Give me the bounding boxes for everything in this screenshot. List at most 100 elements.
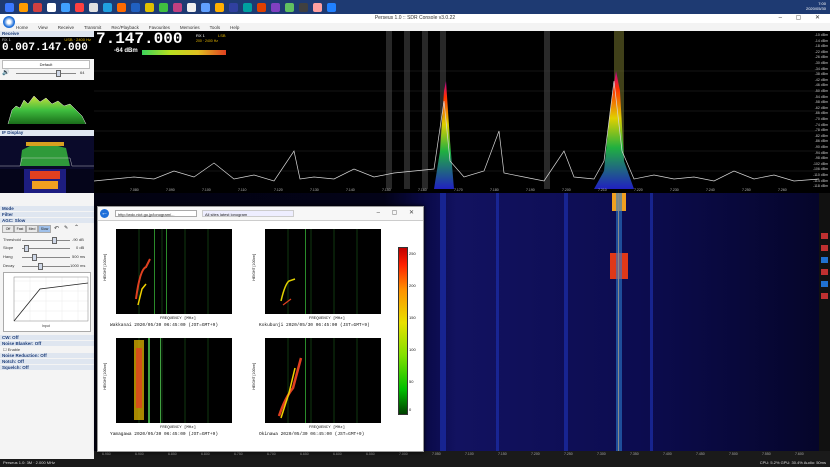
db-scale-label: -106 dBm [812,167,828,172]
taskbar-app-icon[interactable] [299,2,308,12]
taskbar-app-icon[interactable] [271,2,280,12]
colorscale-label: 150 [409,315,416,320]
smeter-mode[interactable]: LSB [218,33,226,38]
browser-tab[interactable]: All sites latest ionogram [202,210,294,217]
taskbar-app-icon[interactable] [201,2,210,12]
if-spectrum-svg [0,136,94,169]
menu-transmit[interactable]: Transmit [84,25,101,30]
threshold-label: Threshold [3,237,21,242]
smeter-rx-label: RX 1 [196,33,205,38]
decay-slider[interactable] [22,263,70,270]
slope-slider[interactable] [22,245,70,252]
browser-window[interactable]: ← http://wdc.nict.go.jp/ionogram/... All… [97,206,424,452]
taskbar-app-icon[interactable] [159,2,168,12]
noise-blanker-header[interactable]: Noise Blanker: Off [0,341,94,346]
taskbar-app-icon[interactable] [47,2,56,12]
back-arrow-icon[interactable]: ← [100,209,109,218]
noise-reduction-header[interactable]: Noise Reduction: Off [0,353,94,358]
taskbar-app-icon[interactable] [5,2,14,12]
agc-fast-button[interactable]: Fast [14,225,26,233]
taskbar-app-icon[interactable] [103,2,112,12]
menu-receive[interactable]: Receive [58,25,74,30]
threshold-slider-knob[interactable] [52,237,57,244]
taskbar-clock[interactable]: 7:00 2020/05/30 [806,1,826,11]
main-frequency-readout[interactable]: 7.147.000 [96,30,182,48]
squelch-header[interactable]: Squelch: Off [0,365,94,370]
colorscale-label: 250 [409,251,416,256]
volume-slider-knob[interactable] [56,70,61,77]
db-scale-label: -90 dBm [814,145,828,149]
mini-spectrum-svg [7,95,87,125]
agc-header[interactable]: AGC: Slow [0,218,94,223]
taskbar-app-icons [0,2,336,12]
window-controls[interactable]: – ▢ ✕ [779,14,826,21]
taskbar-app-icon[interactable] [117,2,126,12]
agc-med-button[interactable]: Med [26,225,38,233]
slope-slider-knob[interactable] [24,245,29,252]
panorama-frequency-label: 7.100 [202,188,211,192]
db-scale-label: -118 dBm [813,184,828,189]
cw-header[interactable]: CW: Off [0,335,94,340]
frequency-axis[interactable]: 6.950 6.900 6.850 6.800 6.750 6.700 6.650 6.600… [94,451,830,459]
agc-off-button[interactable]: Off [2,225,14,233]
edit-icon[interactable]: ✎ [64,225,68,231]
vfo-frequency-readout[interactable]: 0.007.147.000 [2,42,88,54]
taskbar-app-icon[interactable] [215,2,224,12]
menu-help[interactable]: Help [230,25,239,30]
taskbar-app-icon[interactable] [229,2,238,12]
hang-value: 500 ms [72,254,86,259]
agc-graph-xlabel: Input [42,324,50,328]
mini-spectrum-display[interactable] [0,80,94,130]
menu-favourites[interactable]: Favourites [149,25,170,30]
window-title: Perseus 1.0 :: SDR Console v3.0.22 [374,15,456,21]
taskbar-app-icon[interactable] [89,2,98,12]
panorama-frequency-label: 7.150 [382,188,391,192]
mode-header[interactable]: Mode [0,206,94,211]
taskbar-app-icon[interactable] [187,2,196,12]
agc-curve-svg [13,276,89,322]
taskbar-app-icon[interactable] [173,2,182,12]
filter-header[interactable]: Filter [0,212,94,217]
taskbar-app-icon[interactable] [313,2,322,12]
taskbar-app-icon[interactable] [131,2,140,12]
taskbar-app-icon[interactable] [75,2,84,12]
menu-tools[interactable]: Tools [210,25,221,30]
hang-slider[interactable] [22,254,70,261]
taskbar-app-icon[interactable] [61,2,70,12]
enable-checkbox[interactable]: ☐ Enable [3,347,20,352]
mini-waterfall[interactable] [0,169,94,193]
frequency-axis-label: 7.250 [564,452,573,456]
taskbar-app-icon[interactable] [257,2,266,12]
taskbar-app-icon[interactable] [145,2,154,12]
panorama-frequency-label: 7.190 [526,188,535,192]
taskbar-app-icon[interactable] [19,2,28,12]
menu-rec-playback[interactable]: Rec/Playback [111,25,139,30]
taskbar-app-icon[interactable] [243,2,252,12]
menu-memories[interactable]: Memories [180,25,200,30]
address-bar[interactable]: http://wdc.nict.go.jp/ionogram/... [115,210,197,217]
panorama-frequency-label: 7.090 [166,188,175,192]
if-spectrum-display[interactable] [0,136,94,169]
taskbar-app-icon[interactable] [327,2,336,12]
menu-home[interactable]: Home [16,25,28,30]
frequency-axis-label: 7.350 [630,452,639,456]
decay-slider-knob[interactable] [38,263,43,270]
browser-window-controls[interactable]: – ▢ ✕ [377,209,419,216]
agc-slow-button[interactable]: Slow [38,225,51,233]
hang-slider-knob[interactable] [32,254,37,261]
db-scale-label: -74 dBm [814,122,828,127]
undo-icon[interactable]: ↶ [54,225,59,232]
volume-slider[interactable] [16,70,76,77]
menu-view[interactable]: View [38,25,48,30]
expand-icon[interactable]: ⌃ [74,224,79,231]
app-logo-icon[interactable] [3,16,15,28]
speaker-icon[interactable]: 🔊 [2,69,9,76]
taskbar-app-icon[interactable] [285,2,294,12]
vfo-frequency-box[interactable]: RX 1 USB · 2400 Hz 0.007.147.000 [0,37,94,59]
db-scale-label: -10 dBm [814,33,828,37]
threshold-slider[interactable] [22,237,70,244]
preset-dropdown[interactable]: Default [2,60,90,69]
db-scale-label: -82 dBm [814,133,828,138]
notch-header[interactable]: Notch: Off [0,359,94,364]
taskbar-app-icon[interactable] [33,2,42,12]
